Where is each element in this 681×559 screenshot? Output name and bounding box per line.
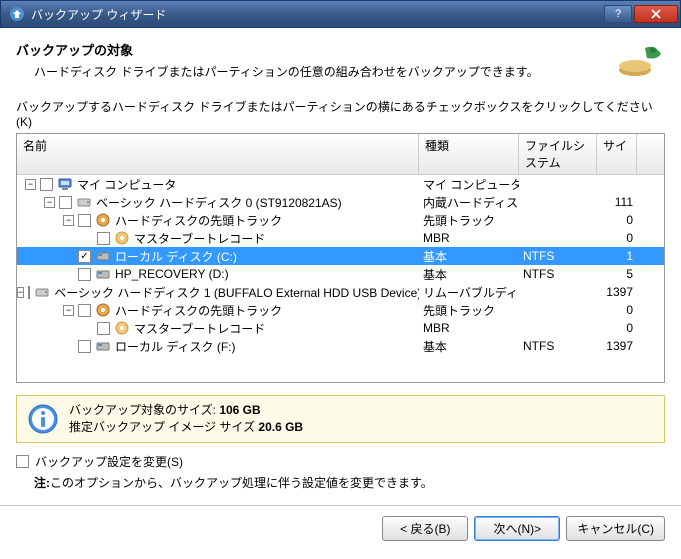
info-icon <box>27 403 59 435</box>
expander-icon[interactable]: − <box>25 179 36 190</box>
tree-size: 111 <box>597 195 637 209</box>
tree-label: ベーシック ハードディスク 1 (BUFFALO External HDD US… <box>54 284 419 301</box>
change-settings-checkbox[interactable] <box>16 455 29 468</box>
track-icon <box>95 212 111 228</box>
tree-size: 1 <box>597 249 637 263</box>
tree-fs: NTFS <box>519 339 597 353</box>
cancel-button[interactable]: キャンセル(C) <box>566 516 665 541</box>
page-title: バックアップの対象 <box>16 40 609 59</box>
settings-note: 注:このオプションから、バックアップ処理に伴う設定値を変更できます。 <box>16 474 665 491</box>
tree-label: HP_RECOVERY (D:) <box>115 267 229 281</box>
tree-type: 先頭トラック <box>419 212 519 229</box>
tree-row[interactable]: マスターブートレコード MBR 0 <box>17 229 664 247</box>
volume-icon <box>95 266 111 282</box>
tree-type: マイ コンピュータ <box>419 176 519 193</box>
close-button[interactable] <box>634 5 678 23</box>
app-icon <box>9 6 25 22</box>
help-button[interactable]: ? <box>604 5 632 23</box>
tree-type: 基本 <box>419 266 519 283</box>
tree-checkbox[interactable] <box>78 340 91 353</box>
info-image-value: 20.6 GB <box>258 420 303 434</box>
footer: < 戻る(B) 次へ(N)> キャンセル(C) <box>0 506 681 551</box>
tree-fs: NTFS <box>519 267 597 281</box>
tree-row[interactable]: − ハードディスクの先頭トラック 先頭トラック 0 <box>17 211 664 229</box>
track-icon <box>95 302 111 318</box>
info-image-label: 推定バックアップ イメージ サイズ <box>69 420 258 434</box>
info-size-value: 106 GB <box>219 403 260 417</box>
tree-checkbox[interactable] <box>28 286 30 299</box>
tree-type: MBR <box>419 231 519 245</box>
change-settings-label: バックアップ設定を変更(S) <box>35 453 183 470</box>
tree-row[interactable]: ✓ ローカル ディスク (C:) 基本NTFS1 <box>17 247 664 265</box>
tree-checkbox[interactable] <box>40 178 53 191</box>
tree-checkbox[interactable] <box>97 232 110 245</box>
tree-type: 基本 <box>419 248 519 265</box>
tree-row[interactable]: − ベーシック ハードディスク 0 (ST9120821AS) 内蔵ハードディスク 1… <box>17 193 664 211</box>
tree-type: リムーバブルディスク <box>419 284 519 301</box>
tree-type: MBR <box>419 321 519 335</box>
tree-size: 0 <box>597 231 637 245</box>
tree-checkbox[interactable] <box>59 196 72 209</box>
tree-checkbox[interactable] <box>78 214 91 227</box>
volume-icon <box>95 338 111 354</box>
tree-row[interactable]: − ハードディスクの先頭トラック 先頭トラック 0 <box>17 301 664 319</box>
tree-label: ローカル ディスク (C:) <box>115 248 237 265</box>
tree-row[interactable]: マスターブートレコード MBR 0 <box>17 319 664 337</box>
tree-checkbox[interactable]: ✓ <box>78 250 91 263</box>
tree-size: 0 <box>597 213 637 227</box>
tree-type: 内蔵ハードディスク <box>419 194 519 211</box>
tree-type: 基本 <box>419 338 519 355</box>
expander-icon[interactable]: − <box>17 287 24 298</box>
tree-row[interactable]: − マイ コンピュータ マイ コンピュータ <box>17 175 664 193</box>
tree-checkbox[interactable] <box>78 304 91 317</box>
tree-type: 先頭トラック <box>419 302 519 319</box>
page-subtitle: ハードディスク ドライブまたはパーティションの任意の組み合わせをバックアップでき… <box>16 63 609 80</box>
back-button[interactable]: < 戻る(B) <box>382 516 468 541</box>
volume-icon <box>95 248 111 264</box>
tree-label: ハードディスクの先頭トラック <box>115 212 282 229</box>
window-title: バックアップ ウィザード <box>31 6 602 23</box>
tree-row[interactable]: ローカル ディスク (F:) 基本NTFS1397 <box>17 337 664 355</box>
tree-label: マイ コンピュータ <box>77 176 176 193</box>
tree-label: ローカル ディスク (F:) <box>115 338 236 355</box>
info-size-label: バックアップ対象のサイズ: <box>69 403 219 417</box>
expander-icon[interactable]: − <box>63 215 74 226</box>
column-name[interactable]: 名前 <box>17 134 419 174</box>
tree-label: ハードディスクの先頭トラック <box>115 302 282 319</box>
tree-header: 名前 種類 ファイルシステム サイ <box>17 134 664 175</box>
tree-grid[interactable]: 名前 種類 ファイルシステム サイ − マイ コンピュータ マイ コンピュータ − ベー… <box>16 133 665 383</box>
wizard-header: バックアップの対象 ハードディスク ドライブまたはパーティションの任意の組み合わ… <box>16 40 665 80</box>
computer-icon <box>57 176 73 192</box>
tree-size: 1397 <box>597 285 637 299</box>
disk-icon <box>34 284 50 300</box>
tree-checkbox[interactable] <box>78 268 91 281</box>
tree-row[interactable]: − ベーシック ハードディスク 1 (BUFFALO External HDD U… <box>17 283 664 301</box>
expander-icon[interactable]: − <box>63 305 74 316</box>
tree-label: ベーシック ハードディスク 0 (ST9120821AS) <box>96 194 342 211</box>
tree-checkbox[interactable] <box>97 322 110 335</box>
mbr-icon <box>114 320 130 336</box>
titlebar: バックアップ ウィザード ? <box>0 0 681 28</box>
header-icon <box>617 40 665 78</box>
tree-size: 1397 <box>597 339 637 353</box>
instruction-text: バックアップするハードディスク ドライブまたはパーティションの横にあるチェックボ… <box>16 98 665 129</box>
mbr-icon <box>114 230 130 246</box>
tree-row[interactable]: HP_RECOVERY (D:) 基本NTFS5 <box>17 265 664 283</box>
column-fs[interactable]: ファイルシステム <box>519 134 597 174</box>
next-button[interactable]: 次へ(N)> <box>474 516 560 541</box>
tree-fs: NTFS <box>519 249 597 263</box>
tree-size: 0 <box>597 303 637 317</box>
tree-size: 5 <box>597 267 637 281</box>
expander-icon[interactable]: − <box>44 197 55 208</box>
column-size[interactable]: サイ <box>597 134 637 174</box>
column-type[interactable]: 種類 <box>419 134 519 174</box>
tree-label: マスターブートレコード <box>134 320 265 337</box>
tree-label: マスターブートレコード <box>134 230 265 247</box>
tree-size: 0 <box>597 321 637 335</box>
info-box: バックアップ対象のサイズ: 106 GB 推定バックアップ イメージ サイズ 2… <box>16 395 665 443</box>
disk-icon <box>76 194 92 210</box>
